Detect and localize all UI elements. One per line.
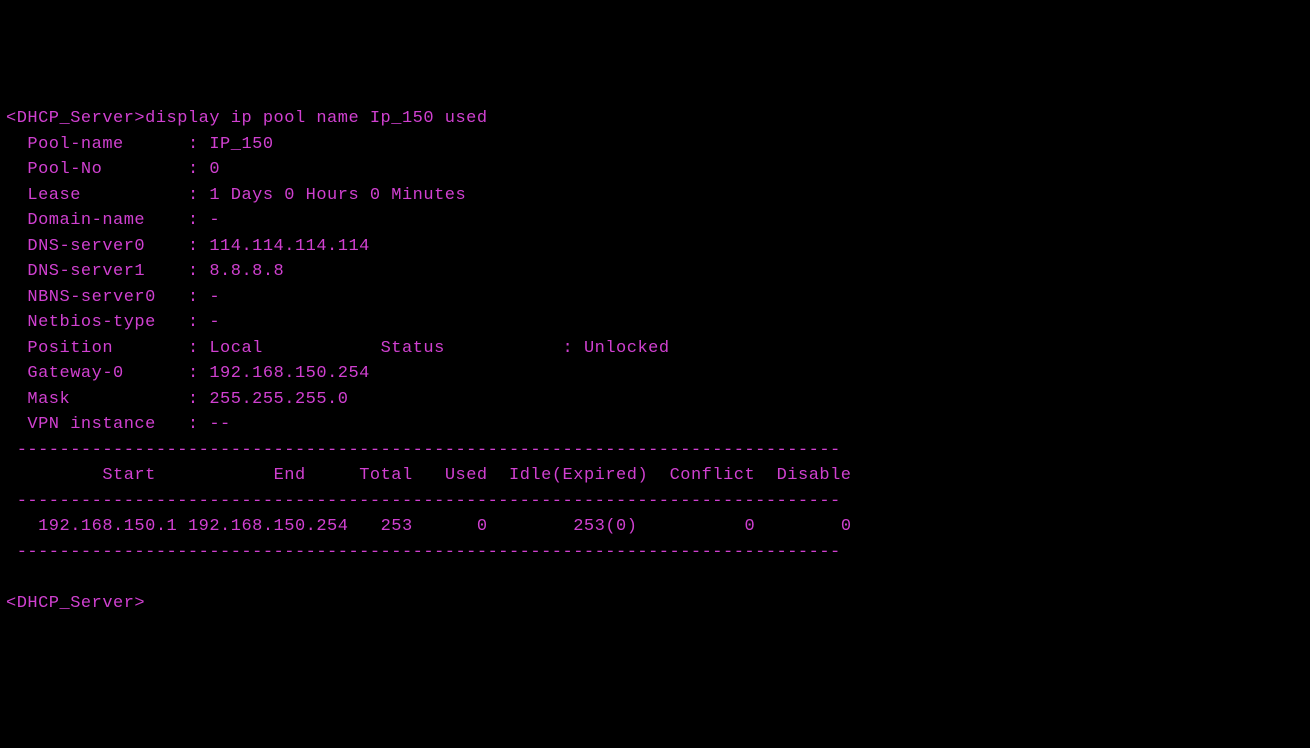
- command-text: display ip pool name Ip_150 used: [145, 109, 487, 128]
- label-lease: Lease: [27, 186, 81, 205]
- table-divider: ----------------------------------------…: [6, 492, 841, 511]
- table-divider: ----------------------------------------…: [6, 441, 841, 460]
- value-nbns0: -: [209, 288, 220, 307]
- value-vpn: --: [209, 415, 230, 434]
- label-position: Position: [27, 339, 113, 358]
- label-status: Status: [381, 339, 445, 358]
- label-netbios: Netbios-type: [27, 313, 155, 332]
- value-pool-no: 0: [209, 160, 220, 179]
- label-domain-name: Domain-name: [27, 211, 145, 230]
- label-mask: Mask: [27, 390, 70, 409]
- row-total: 253: [381, 517, 413, 536]
- value-mask: 255.255.255.0: [209, 390, 348, 409]
- header-used: Used: [445, 466, 488, 485]
- label-nbns0: NBNS-server0: [27, 288, 155, 307]
- row-end: 192.168.150.254: [188, 517, 349, 536]
- header-end: End: [274, 466, 306, 485]
- label-vpn: VPN instance: [27, 415, 155, 434]
- header-start: Start: [102, 466, 156, 485]
- label-pool-no: Pool-No: [27, 160, 102, 179]
- prompt-hostname: <DHCP_Server>: [6, 109, 145, 128]
- header-idle: Idle(Expired): [509, 466, 648, 485]
- value-gateway0: 192.168.150.254: [209, 364, 370, 383]
- label-gateway0: Gateway-0: [27, 364, 123, 383]
- row-used: 0: [477, 517, 488, 536]
- value-netbios: -: [209, 313, 220, 332]
- prompt-hostname: <DHCP_Server>: [6, 594, 145, 613]
- label-dns1: DNS-server1: [27, 262, 145, 281]
- row-start: 192.168.150.1: [38, 517, 177, 536]
- header-total: Total: [359, 466, 413, 485]
- row-conflict: 0: [744, 517, 755, 536]
- value-position: Local: [209, 339, 263, 358]
- value-domain-name: -: [209, 211, 220, 230]
- header-disable: Disable: [777, 466, 852, 485]
- value-lease: 1 Days 0 Hours 0 Minutes: [209, 186, 466, 205]
- header-conflict: Conflict: [670, 466, 756, 485]
- terminal-window[interactable]: <DHCP_Server>display ip pool name Ip_150…: [6, 106, 1304, 616]
- row-disable: 0: [841, 517, 852, 536]
- label-dns0: DNS-server0: [27, 237, 145, 256]
- label-pool-name: Pool-name: [27, 135, 123, 154]
- value-dns1: 8.8.8.8: [209, 262, 284, 281]
- value-status: Unlocked: [584, 339, 670, 358]
- row-idle: 253(0): [573, 517, 637, 536]
- table-divider: ----------------------------------------…: [6, 543, 841, 562]
- value-pool-name: IP_150: [209, 135, 273, 154]
- value-dns0: 114.114.114.114: [209, 237, 370, 256]
